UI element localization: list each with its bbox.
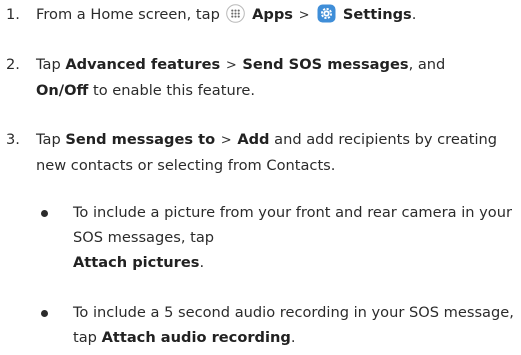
bullet-dot-icon [41,310,48,317]
step-3-text: Tap [36,131,61,148]
period: . [411,6,417,23]
step-2-text-cont: , and [408,56,446,73]
bullet-dot-icon [41,210,48,217]
apps-grid-icon [226,4,246,23]
step-text: Tap Advanced features > Send SOS message… [36,52,515,103]
send-sos-messages-label: Send SOS messages [242,56,409,73]
attach-pictures-label: Attach pictures [73,254,200,271]
step-number: 2. [6,56,20,73]
step-2-text: Tap [36,56,61,73]
on-off-label: On/Off [36,82,89,99]
chevron-separator: > [225,58,237,73]
step-number: 3. [6,131,20,148]
step-text: From a Home screen, tap Apps > Settings. [36,2,515,28]
advanced-features-label: Advanced features [65,56,221,73]
period: . [199,254,205,271]
step-1-text: From a Home screen, tap [36,6,220,23]
bullet-text: To include a picture from your front and… [73,200,515,275]
bullet-text: To include a 5 second audio recording in… [73,300,515,350]
add-label: Add [237,131,270,148]
attach-audio-recording-label: Attach audio recording [101,329,291,346]
chevron-separator: > [298,8,310,23]
send-messages-to-label: Send messages to [65,131,216,148]
step-number: 1. [6,6,20,23]
chevron-separator: > [220,133,232,148]
settings-gear-icon [317,4,336,23]
settings-label: Settings [342,6,412,23]
step-text: Tap Send messages to > Add and add recip… [36,127,515,178]
bullet-1-text: To include a picture from your front and… [73,204,512,246]
step-2-text-end: to enable this feature. [93,82,255,99]
period: . [290,329,296,346]
apps-label: Apps [252,6,293,23]
